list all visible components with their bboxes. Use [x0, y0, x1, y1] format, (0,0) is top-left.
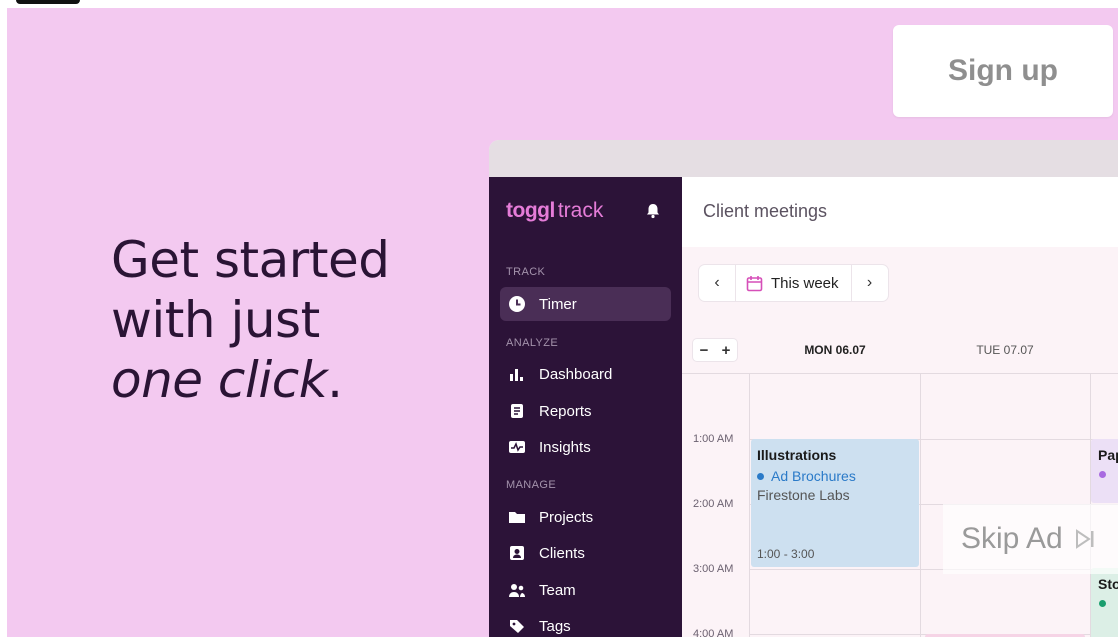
- time-label: 2:00 AM: [693, 498, 734, 510]
- headline-period: .: [327, 351, 343, 409]
- time-entry-partial[interactable]: Sto: [1091, 568, 1118, 637]
- document-icon: [508, 402, 526, 420]
- entry-title: Pap: [1098, 447, 1118, 463]
- team-icon: [508, 581, 526, 599]
- app-window-bar: [489, 140, 1118, 177]
- skip-next-icon: [1073, 527, 1097, 551]
- zoom-in-button[interactable]: +: [715, 339, 737, 361]
- zoom-out-button[interactable]: −: [693, 339, 715, 361]
- tag-icon: [508, 617, 526, 635]
- time-entry-illustrations[interactable]: Illustrations Ad Brochures Firestone Lab…: [751, 439, 919, 567]
- page-title: Client meetings: [703, 201, 828, 221]
- column-divider: [920, 373, 921, 637]
- sidebar-item-team[interactable]: Team: [500, 573, 671, 607]
- time-label: 4:00 AM: [693, 628, 734, 637]
- week-picker[interactable]: This week: [735, 265, 852, 301]
- grid-divider: [682, 373, 1118, 374]
- time-label: 3:00 AM: [693, 563, 734, 575]
- project-color-dot: [1099, 600, 1106, 607]
- next-week-button[interactable]: ›: [852, 265, 888, 301]
- time-label: 1:00 AM: [693, 433, 734, 445]
- toggl-track-logo: toggl track: [506, 199, 604, 222]
- project-color-dot: [1099, 471, 1106, 478]
- entry-duration: 1:00 - 3:00: [757, 547, 815, 561]
- time-gutter-divider: [749, 373, 750, 637]
- sidebar-item-dashboard[interactable]: Dashboard: [500, 357, 671, 391]
- bell-icon[interactable]: [643, 201, 663, 221]
- pulse-chart-icon: [508, 438, 526, 456]
- contact-card-icon: [508, 544, 526, 562]
- sidebar-item-insights[interactable]: Insights: [500, 430, 671, 464]
- sidebar: toggl track TRACK Timer ANALYZE Dashboard…: [489, 177, 682, 637]
- entry-title: Illustrations: [757, 447, 837, 463]
- headline-emphasis: one click: [111, 351, 328, 409]
- entry-title: Sto: [1098, 576, 1118, 592]
- sidebar-item-tags[interactable]: Tags: [500, 609, 671, 637]
- logo-mark: [16, 0, 80, 4]
- section-label-manage: MANAGE: [506, 479, 557, 491]
- entry-project: Ad Brochures: [757, 468, 856, 484]
- headline-line-3: one click.: [111, 350, 389, 410]
- section-label-track: TRACK: [506, 266, 546, 278]
- sidebar-item-projects[interactable]: Projects: [500, 500, 671, 534]
- folder-icon: [508, 508, 526, 526]
- skip-ad-button[interactable]: Skip Ad: [943, 504, 1118, 574]
- day-header-monday: MON 06.07: [804, 343, 866, 357]
- entry-client: Firestone Labs: [757, 487, 850, 503]
- calendar-icon: [746, 275, 763, 291]
- week-navigator: ‹ This week ›: [699, 265, 888, 301]
- signup-button[interactable]: Sign up: [893, 25, 1113, 117]
- project-color-dot: [757, 472, 764, 480]
- sidebar-item-clients[interactable]: Clients: [500, 536, 671, 570]
- headline-line-2: with just: [111, 291, 320, 349]
- previous-week-button[interactable]: ‹: [699, 265, 735, 301]
- headline-line-1: Get started: [111, 231, 390, 289]
- section-label-analyze: ANALYZE: [506, 337, 559, 349]
- sidebar-item-timer[interactable]: Timer: [500, 287, 671, 321]
- hero-section: Sign up Get started with just one click.…: [7, 8, 1118, 637]
- clock-icon: [508, 295, 526, 313]
- day-header-tuesday: TUE 07.07: [976, 343, 1034, 357]
- browser-top-strip: [0, 0, 1118, 8]
- time-entry-partial[interactable]: Pap: [1091, 439, 1118, 503]
- main-header: Client meetings: [682, 177, 1118, 247]
- zoom-controls: − +: [693, 339, 737, 361]
- hero-headline: Get started with just one click.: [111, 230, 390, 410]
- bar-chart-icon: [508, 365, 526, 383]
- sidebar-item-reports[interactable]: Reports: [500, 394, 671, 428]
